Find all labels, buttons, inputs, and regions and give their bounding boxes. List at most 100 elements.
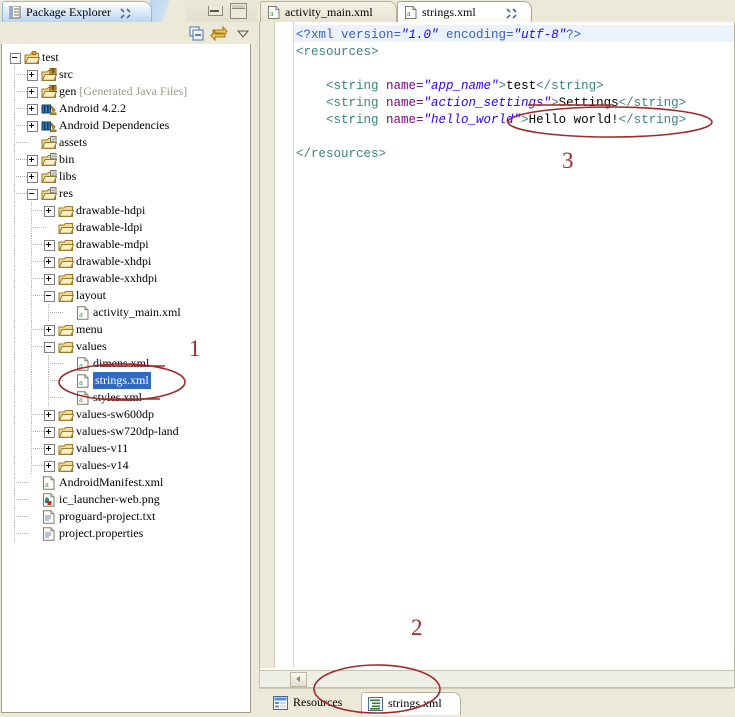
tree-item-src[interactable]: src [2, 66, 250, 83]
close-icon[interactable] [120, 6, 131, 17]
view-tab-package-explorer[interactable]: Package Explorer [2, 1, 152, 23]
tree-expand-icon[interactable] [27, 70, 38, 81]
tree-expand-icon[interactable] [44, 206, 55, 217]
tree-item-proguard-project-txt[interactable]: proguard-project.txt [2, 508, 250, 525]
tree-item-styles-xml[interactable]: astyles.xml [2, 389, 250, 406]
tree-item-dimens-xml[interactable]: adimens.xml [2, 355, 250, 372]
editor-tab-activity-main[interactable]: a activity_main.xml [260, 1, 397, 23]
bottom-tab-strings[interactable]: strings.xml [361, 692, 461, 715]
tree-item-androidmanifest-xml[interactable]: aAndroidManifest.xml [2, 474, 250, 491]
editor-tab-strings[interactable]: a strings.xml [397, 1, 532, 23]
code-token-txt: test [506, 79, 536, 93]
tree-item-android-dependencies[interactable]: Android Dependencies [2, 117, 250, 134]
code-line [296, 61, 732, 78]
link-with-editor-button[interactable] [210, 25, 228, 42]
tree-item-ic-launcher-web-png[interactable]: ic_launcher-web.png [2, 491, 250, 508]
tree-item-assets[interactable]: assets [2, 134, 250, 151]
editor-folding-margin[interactable] [275, 22, 293, 668]
xml-source-editor[interactable]: <?xml version="1.0" encoding="utf-8"?><r… [259, 22, 735, 671]
tree-item-activity-main-xml[interactable]: aactivity_main.xml [2, 304, 250, 321]
tree-item-label: project.properties [59, 525, 143, 542]
tree-item-drawable-ldpi[interactable]: drawable-ldpi [2, 219, 250, 236]
editor-bottom-tabs: Resources strings.xml [259, 688, 733, 716]
tree-expand-icon[interactable] [27, 121, 38, 132]
tree-expand-icon[interactable] [44, 325, 55, 336]
tree-item-project-properties[interactable]: project.properties [2, 525, 250, 542]
svg-text:a: a [407, 9, 411, 18]
tree-item-drawable-xxhdpi[interactable]: drawable-xxhdpi [2, 270, 250, 287]
tree-guide-line [31, 227, 46, 228]
tree-item-res[interactable]: res [2, 185, 250, 202]
tree-item-values-v14[interactable]: values-v14 [2, 457, 250, 474]
tree-collapse-icon[interactable] [44, 291, 55, 302]
tree-item-drawable-hdpi[interactable]: drawable-hdpi [2, 202, 250, 219]
tree-item-label: proguard-project.txt [59, 508, 155, 525]
project-tree[interactable]: testsrcgen [Generated Java Files]Android… [1, 44, 251, 713]
java-project-icon [24, 51, 40, 65]
tree-item-label: AndroidManifest.xml [59, 474, 163, 491]
code-token-tag: <string [296, 79, 386, 93]
tree-item-values[interactable]: values [2, 338, 250, 355]
tree-expand-icon[interactable] [27, 104, 38, 115]
editor-horizontal-scrollbar[interactable] [259, 670, 735, 688]
plain-folder-icon [58, 323, 74, 337]
tree-expand-icon[interactable] [44, 240, 55, 251]
editor-code-text[interactable]: <?xml version="1.0" encoding="utf-8"?><r… [296, 27, 732, 163]
tree-item-menu[interactable]: menu [2, 321, 250, 338]
tree-guide-line [14, 142, 29, 143]
svg-text:a: a [270, 9, 274, 18]
tree-item-values-sw600dp[interactable]: values-sw600dp [2, 406, 250, 423]
tree-guide-line [48, 397, 63, 398]
code-token-tag: <string [296, 113, 386, 127]
tree-guide-line [31, 389, 32, 406]
eclipse-window: Package Explorer [0, 0, 735, 717]
view-tab-folder: Package Explorer [0, 0, 257, 22]
code-line: <string name="app_name">test</string> [296, 78, 732, 95]
tree-expand-icon[interactable] [44, 257, 55, 268]
tree-guide-line [14, 457, 15, 474]
close-icon[interactable] [506, 6, 517, 17]
svg-text:a: a [79, 360, 83, 370]
tree-item-strings-xml[interactable]: astrings.xml [2, 372, 250, 389]
code-token-tag: </resources> [296, 147, 386, 161]
tree-collapse-icon[interactable] [44, 342, 55, 353]
tree-expand-icon[interactable] [27, 155, 38, 166]
tree-expand-icon[interactable] [44, 410, 55, 421]
tree-expand-icon[interactable] [27, 172, 38, 183]
plain-folder-icon [58, 204, 74, 218]
tree-item-suffix: [Generated Java Files] [79, 84, 187, 98]
tree-item-test[interactable]: test [2, 49, 250, 66]
tree-guide-line [14, 338, 15, 355]
tree-expand-icon[interactable] [27, 87, 38, 98]
tree-item-drawable-xhdpi[interactable]: drawable-xhdpi [2, 253, 250, 270]
tree-item-drawable-mdpi[interactable]: drawable-mdpi [2, 236, 250, 253]
tree-item-values-v11[interactable]: values-v11 [2, 440, 250, 457]
maximize-button[interactable] [230, 3, 247, 19]
android-xml-icon: a [41, 476, 57, 490]
tree-item-values-sw720dp-land[interactable]: values-sw720dp-land [2, 423, 250, 440]
collapse-all-button[interactable] [188, 25, 206, 42]
editor-gutter[interactable] [260, 22, 275, 668]
code-token-tag: </string> [619, 113, 687, 127]
tree-item-label: activity_main.xml [93, 304, 181, 321]
tree-item-label: values [76, 338, 107, 355]
tree-collapse-icon[interactable] [10, 53, 21, 64]
tree-expand-icon[interactable] [44, 274, 55, 285]
tree-item-bin[interactable]: bin [2, 151, 250, 168]
tree-item-gen[interactable]: gen [Generated Java Files] [2, 83, 250, 100]
minimize-button[interactable] [208, 6, 223, 16]
bottom-tab-label: strings.xml [388, 696, 442, 711]
android-xml-icon: a [75, 374, 91, 388]
editor-tab-label: strings.xml [422, 5, 476, 20]
tree-expand-icon[interactable] [44, 461, 55, 472]
scroll-left-arrow-icon[interactable] [290, 672, 307, 687]
tree-item-android-4-2-2[interactable]: Android 4.2.2 [2, 100, 250, 117]
tree-collapse-icon[interactable] [27, 189, 38, 200]
tree-item-layout[interactable]: layout [2, 287, 250, 304]
folder-icon [41, 187, 57, 201]
library-icon [41, 102, 57, 116]
tree-expand-icon[interactable] [44, 427, 55, 438]
tree-item-libs[interactable]: libs [2, 168, 250, 185]
tree-item-label: strings.xml [93, 372, 151, 389]
tree-expand-icon[interactable] [44, 444, 55, 455]
